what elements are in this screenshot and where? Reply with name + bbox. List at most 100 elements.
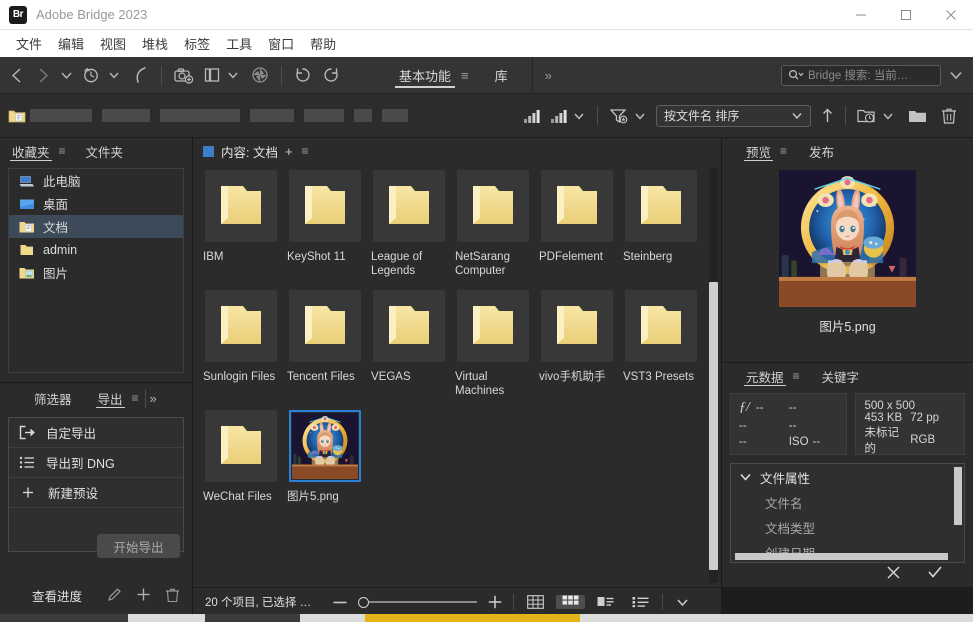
open-recent-folder-icon[interactable] — [853, 107, 880, 124]
menu-window[interactable]: 窗口 — [260, 32, 302, 55]
maximize-button[interactable] — [883, 0, 928, 30]
filter-funnel-icon[interactable] — [606, 108, 632, 124]
list-view-button[interactable] — [626, 596, 655, 608]
breadcrumb-segment[interactable] — [250, 109, 294, 122]
rotate-clockwise-icon[interactable] — [317, 57, 345, 94]
folder-icon[interactable] — [289, 170, 361, 242]
content-item-folder[interactable]: Tencent Files — [283, 290, 367, 398]
sidebar-item-desktop[interactable]: 桌面 — [9, 192, 183, 215]
content-item-folder[interactable]: Virtual Machines — [451, 290, 535, 398]
folder-icon[interactable] — [541, 170, 613, 242]
close-button[interactable] — [928, 0, 973, 30]
menu-tools[interactable]: 工具 — [218, 32, 260, 55]
folder-icon[interactable] — [457, 290, 529, 362]
content-item-folder[interactable]: League of Legends — [367, 170, 451, 278]
sidebar-item-admin[interactable]: admin — [9, 238, 183, 261]
slider-knob[interactable] — [358, 596, 370, 608]
start-export-button[interactable]: 开始导出 — [97, 534, 180, 558]
menu-label[interactable]: 标签 — [176, 32, 218, 55]
content-scrollbar[interactable] — [709, 168, 718, 583]
status-overflow-button[interactable] — [670, 598, 695, 607]
hamburger-icon[interactable]: ≡ — [780, 144, 787, 158]
copy-to-caret-icon[interactable] — [226, 57, 244, 94]
workspace-tab-libraries[interactable]: 库 — [491, 57, 512, 94]
content-item-folder[interactable]: WeChat Files — [199, 410, 283, 504]
content-item-image[interactable]: 图片5.png — [283, 410, 367, 504]
rating-filter-icon[interactable] — [519, 108, 544, 124]
recent-dropdown-icon[interactable] — [55, 57, 78, 94]
folder-icon[interactable] — [373, 170, 445, 242]
menu-stacks[interactable]: 堆栈 — [134, 32, 176, 55]
folder-icon[interactable] — [289, 290, 361, 362]
sidebar-item-pictures[interactable]: 图片 — [9, 261, 183, 284]
rotate-counterclockwise-icon[interactable] — [289, 57, 317, 94]
content-item-folder[interactable]: Sunlogin Files — [199, 290, 283, 398]
photo-downloader-icon[interactable] — [169, 57, 199, 94]
workspace-menu-icon[interactable]: ≡ — [455, 68, 475, 83]
content-item-folder[interactable]: Steinberg — [619, 170, 703, 278]
breadcrumb-segment[interactable] — [102, 109, 150, 122]
content-scrollbar-thumb[interactable] — [709, 282, 718, 570]
more-workspaces-icon[interactable]: » — [533, 68, 564, 83]
hamburger-icon[interactable]: ≡ — [132, 391, 139, 405]
content-item-folder[interactable]: PDFelement — [535, 170, 619, 278]
folder-icon[interactable] — [373, 290, 445, 362]
sidebar-item-this-pc[interactable]: 此电脑 — [9, 169, 183, 192]
new-folder-icon[interactable] — [900, 108, 935, 124]
menu-help[interactable]: 帮助 — [302, 32, 344, 55]
breadcrumb[interactable] — [30, 109, 408, 122]
hamburger-icon[interactable]: ≡ — [793, 369, 800, 383]
rating-filter-menu-icon[interactable] — [546, 108, 571, 124]
content-item-folder[interactable]: NetSarang Computer — [451, 170, 535, 278]
folder-icon[interactable] — [457, 170, 529, 242]
check-icon[interactable] — [927, 565, 943, 579]
tab-folders[interactable]: 文件夹 — [84, 138, 126, 164]
details-view-button[interactable] — [591, 596, 620, 608]
plus-icon[interactable] — [484, 595, 506, 609]
plus-icon[interactable]: + — [285, 144, 293, 159]
export-preset-new[interactable]: 新建预设 — [9, 478, 183, 508]
tab-export[interactable]: 导出 — [95, 385, 125, 411]
tab-preview[interactable]: 预览 — [744, 138, 774, 164]
sidebar-item-documents[interactable]: 文档 — [9, 215, 183, 238]
folder-icon[interactable] — [625, 170, 697, 242]
folder-icon[interactable] — [541, 290, 613, 362]
content-item-folder[interactable]: VEGAS — [367, 290, 451, 398]
thumbnail-size-slider[interactable] — [358, 596, 478, 608]
menu-view[interactable]: 视图 — [92, 32, 134, 55]
folder-icon[interactable] — [205, 410, 277, 482]
trash-icon[interactable] — [165, 587, 180, 603]
close-icon[interactable] — [886, 565, 901, 580]
preview-image[interactable] — [779, 170, 916, 307]
rating-filter-caret-icon[interactable] — [573, 111, 589, 121]
chevron-left-icon[interactable] — [0, 57, 30, 94]
tab-publish[interactable]: 发布 — [807, 138, 836, 164]
recent-folders-icon[interactable] — [78, 57, 107, 94]
menu-edit[interactable]: 编辑 — [50, 32, 92, 55]
camera-raw-icon[interactable] — [244, 57, 274, 94]
recent-folders-caret-icon[interactable] — [107, 57, 125, 94]
double-chevron-right-icon[interactable]: » — [150, 391, 157, 406]
folder-icon[interactable] — [625, 290, 697, 362]
breadcrumb-segment[interactable] — [160, 109, 240, 122]
folder-icon[interactable] — [205, 170, 277, 242]
content-item-folder[interactable]: KeyShot 11 — [283, 170, 367, 278]
tab-filter[interactable]: 筛选器 — [32, 385, 74, 411]
image-thumbnail[interactable] — [289, 410, 361, 482]
copy-to-icon[interactable] — [199, 57, 226, 94]
minimize-button[interactable] — [838, 0, 883, 30]
grid-lock-view-button[interactable] — [521, 595, 550, 609]
tab-keywords[interactable]: 关键字 — [820, 363, 862, 389]
plus-icon[interactable] — [136, 587, 151, 602]
properties-scrollbar-thumb[interactable] — [954, 467, 962, 525]
breadcrumb-segment[interactable] — [382, 109, 408, 122]
file-properties-header[interactable]: 文件属性 — [731, 464, 964, 490]
export-preset-dng[interactable]: 导出到 DNG — [9, 448, 183, 478]
content-item-folder[interactable]: vivo手机助手 — [535, 290, 619, 398]
breadcrumb-segment[interactable] — [304, 109, 344, 122]
breadcrumb-segment[interactable] — [30, 109, 92, 122]
thumbnail-view-button[interactable] — [556, 595, 586, 609]
menu-file[interactable]: 文件 — [8, 32, 50, 55]
breadcrumb-segment[interactable] — [354, 109, 372, 122]
reveal-icon[interactable] — [125, 57, 154, 94]
